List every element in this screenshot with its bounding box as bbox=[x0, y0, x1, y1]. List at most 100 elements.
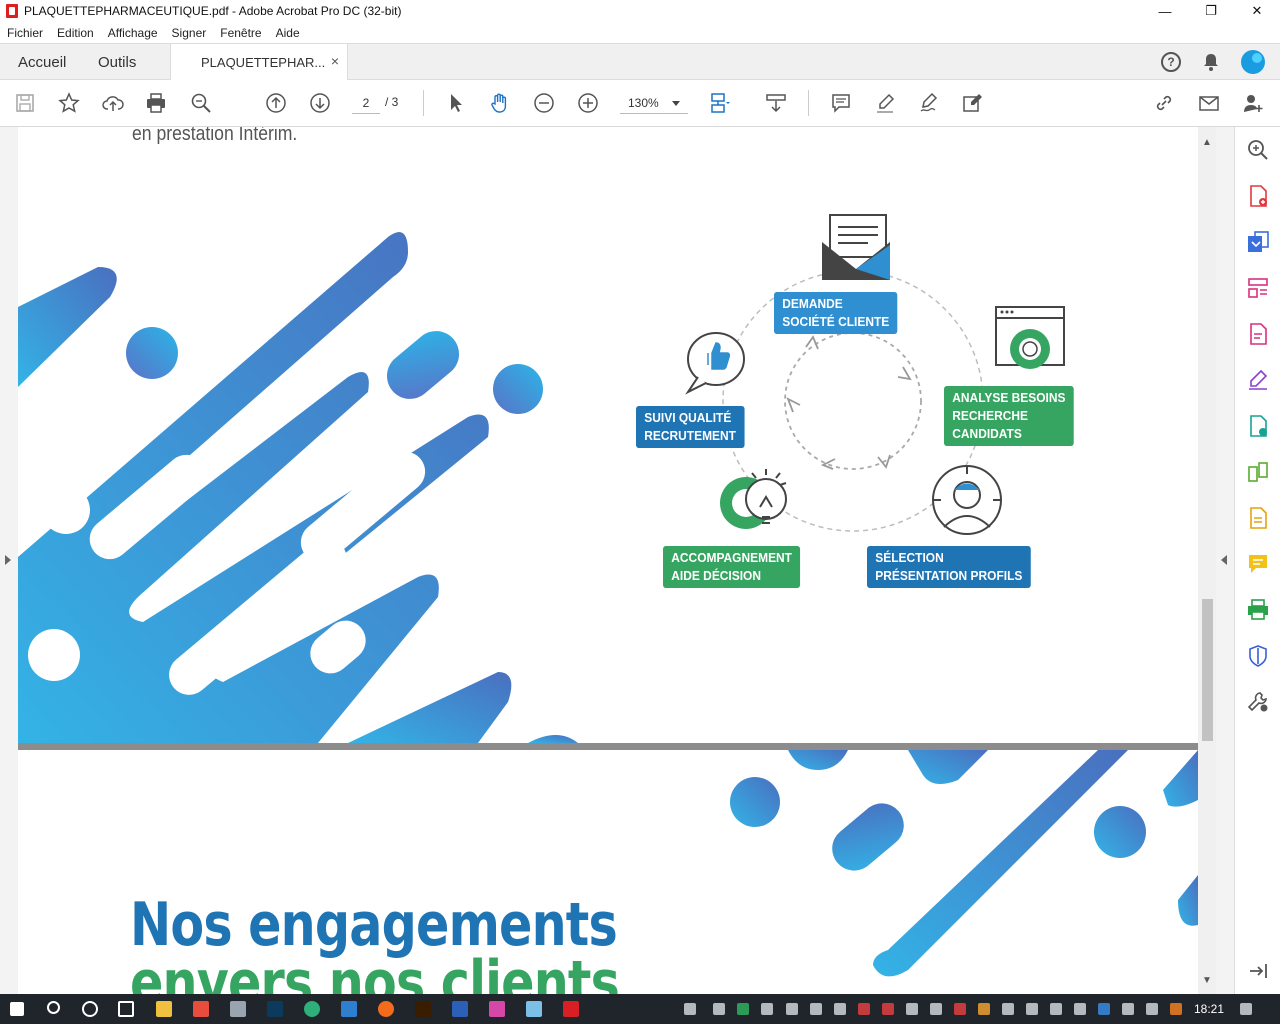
tray-icon[interactable] bbox=[858, 1003, 870, 1015]
search-icon[interactable] bbox=[47, 1001, 60, 1014]
zoom-search-icon[interactable] bbox=[189, 91, 213, 115]
select-arrow-icon[interactable] bbox=[444, 91, 468, 115]
bell-icon[interactable] bbox=[1203, 53, 1219, 71]
skype-icon[interactable] bbox=[810, 1003, 822, 1015]
calculator-icon[interactable] bbox=[230, 1001, 246, 1017]
tray-icon[interactable] bbox=[1146, 1003, 1158, 1015]
tab-accueil[interactable]: Accueil bbox=[18, 54, 66, 71]
expand-left-arrow-icon[interactable] bbox=[5, 555, 11, 565]
profile-avatar[interactable] bbox=[1241, 50, 1265, 74]
zoom-level-dropdown[interactable]: 130% bbox=[620, 92, 688, 114]
zoom-out-icon[interactable] bbox=[532, 91, 556, 115]
menu-signer[interactable]: Signer bbox=[172, 26, 207, 40]
app-icon-1[interactable] bbox=[193, 1001, 209, 1017]
zoom-in-icon[interactable] bbox=[576, 91, 600, 115]
cloud-upload-icon[interactable] bbox=[101, 91, 125, 115]
scroll-up-arrow-icon[interactable]: ▲ bbox=[1202, 137, 1212, 148]
task-view-icon[interactable] bbox=[118, 1001, 134, 1017]
edge-icon[interactable] bbox=[304, 1001, 320, 1017]
app-icon-2[interactable] bbox=[489, 1001, 505, 1017]
tray-icon[interactable] bbox=[786, 1003, 798, 1015]
mail-icon[interactable] bbox=[1026, 1003, 1038, 1015]
store-icon[interactable] bbox=[341, 1001, 357, 1017]
menu-fenetre[interactable]: Fenêtre bbox=[220, 26, 261, 40]
page-display-icon[interactable] bbox=[708, 91, 732, 115]
tray-icon[interactable] bbox=[954, 1003, 966, 1015]
print-production-icon[interactable] bbox=[1246, 598, 1270, 622]
tray-icon[interactable] bbox=[1050, 1003, 1062, 1015]
collapse-pane-icon[interactable] bbox=[1246, 959, 1270, 983]
acrobat-taskbar-icon[interactable] bbox=[563, 1001, 579, 1017]
zoom-tool-icon[interactable] bbox=[1246, 138, 1270, 162]
fill-sign-icon[interactable] bbox=[1246, 368, 1270, 392]
tray-icon[interactable] bbox=[1170, 1003, 1182, 1015]
vertical-scrollbar[interactable]: ▲ ▼ bbox=[1198, 127, 1216, 994]
edit-pdf-icon[interactable] bbox=[961, 91, 985, 115]
right-panel-toggle[interactable] bbox=[1216, 127, 1234, 994]
comment-tool-icon[interactable] bbox=[1246, 552, 1270, 576]
word-icon[interactable] bbox=[452, 1001, 468, 1017]
network-icon[interactable] bbox=[1098, 1003, 1110, 1015]
previous-page-icon[interactable] bbox=[264, 91, 288, 115]
add-user-icon[interactable] bbox=[1241, 91, 1265, 115]
save-icon[interactable] bbox=[13, 91, 37, 115]
protect-shield-icon[interactable] bbox=[1246, 644, 1270, 668]
edit-pdf-tool-icon[interactable] bbox=[1246, 322, 1270, 346]
tray-icon[interactable] bbox=[834, 1003, 846, 1015]
comment-icon[interactable] bbox=[829, 91, 853, 115]
next-page-icon[interactable] bbox=[308, 91, 332, 115]
tray-icon[interactable] bbox=[1074, 1003, 1086, 1015]
left-panel-toggle[interactable] bbox=[0, 127, 18, 994]
file-explorer-icon[interactable] bbox=[156, 1001, 172, 1017]
print-icon[interactable] bbox=[144, 91, 168, 115]
security-icon[interactable] bbox=[737, 1003, 749, 1015]
scrollbar-thumb[interactable] bbox=[1202, 599, 1213, 741]
email-icon[interactable] bbox=[1197, 91, 1221, 115]
minimize-button[interactable]: — bbox=[1142, 0, 1188, 22]
tray-icon[interactable] bbox=[906, 1003, 918, 1015]
combine-files-icon[interactable] bbox=[1246, 506, 1270, 530]
export-pdf-icon[interactable] bbox=[1246, 230, 1270, 254]
highlight-pen-icon[interactable] bbox=[873, 91, 897, 115]
onedrive-icon[interactable] bbox=[761, 1003, 773, 1015]
compare-files-icon[interactable] bbox=[1246, 460, 1270, 484]
tray-icon[interactable] bbox=[978, 1003, 990, 1015]
page-number-input[interactable]: 2 bbox=[352, 92, 380, 114]
windows-start-icon[interactable] bbox=[10, 1002, 24, 1016]
restore-button[interactable]: ❐ bbox=[1188, 0, 1234, 22]
organize-pages-icon[interactable] bbox=[1246, 276, 1270, 300]
draw-signature-icon[interactable] bbox=[917, 91, 941, 115]
scroll-mode-icon[interactable] bbox=[764, 91, 788, 115]
help-icon[interactable]: ? bbox=[1161, 52, 1181, 72]
cortana-icon[interactable] bbox=[82, 1001, 98, 1017]
taskbar-clock[interactable]: 18:21 bbox=[1194, 1002, 1224, 1016]
tab-document[interactable]: PLAQUETTEPHAR... × bbox=[170, 43, 348, 81]
share-link-icon[interactable] bbox=[1152, 91, 1176, 115]
more-tools-wrench-icon[interactable] bbox=[1246, 690, 1270, 714]
close-tab-button[interactable]: × bbox=[331, 53, 339, 69]
document-viewport[interactable]: en prestation Intérim. DEMANDE SOCIÉTÉ C… bbox=[0, 127, 1234, 994]
hand-tool-icon[interactable] bbox=[488, 91, 512, 115]
tab-outils[interactable]: Outils bbox=[98, 54, 136, 71]
menu-affichage[interactable]: Affichage bbox=[108, 26, 158, 40]
star-icon[interactable] bbox=[57, 91, 81, 115]
notepad-icon[interactable] bbox=[526, 1001, 542, 1017]
volume-icon[interactable] bbox=[1122, 1003, 1134, 1015]
tray-icon[interactable] bbox=[713, 1003, 725, 1015]
tray-icon[interactable] bbox=[930, 1003, 942, 1015]
close-window-button[interactable]: ✕ bbox=[1234, 0, 1280, 22]
firefox-icon[interactable] bbox=[378, 1001, 394, 1017]
menu-fichier[interactable]: Fichier bbox=[7, 26, 43, 40]
menu-aide[interactable]: Aide bbox=[276, 26, 300, 40]
tray-icon[interactable] bbox=[1002, 1003, 1014, 1015]
illustrator-icon[interactable] bbox=[415, 1001, 431, 1017]
scroll-down-arrow-icon[interactable]: ▼ bbox=[1202, 975, 1212, 986]
people-icon[interactable] bbox=[684, 1003, 696, 1015]
menu-edition[interactable]: Edition bbox=[57, 26, 94, 40]
collapse-right-arrow-icon[interactable] bbox=[1221, 555, 1227, 565]
photoshop-icon[interactable] bbox=[267, 1001, 283, 1017]
create-pdf-icon[interactable] bbox=[1246, 184, 1270, 208]
notifications-icon[interactable] bbox=[1240, 1003, 1252, 1015]
send-for-signature-icon[interactable] bbox=[1246, 414, 1270, 438]
tray-icon[interactable] bbox=[882, 1003, 894, 1015]
